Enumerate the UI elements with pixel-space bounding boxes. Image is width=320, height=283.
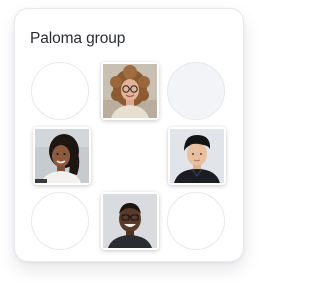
avatar-photo[interactable] [101, 192, 159, 250]
woman-curly-hair-glasses-portrait [103, 64, 157, 118]
avatar-photo[interactable] [101, 62, 159, 120]
man-black-hair-portrait [170, 129, 224, 183]
group-card: Paloma group [14, 8, 244, 262]
empty-avatar-slot[interactable] [31, 62, 89, 120]
avatar-photo[interactable] [33, 127, 91, 185]
empty-avatar-slot[interactable] [167, 192, 225, 250]
woman-dark-hair-portrait [35, 129, 89, 183]
avatar-photo[interactable] [168, 127, 226, 185]
man-glasses-smiling-portrait [103, 194, 157, 248]
group-title: Paloma group [30, 30, 126, 47]
empty-avatar-slot[interactable] [31, 192, 89, 250]
empty-avatar-slot[interactable] [167, 62, 225, 120]
